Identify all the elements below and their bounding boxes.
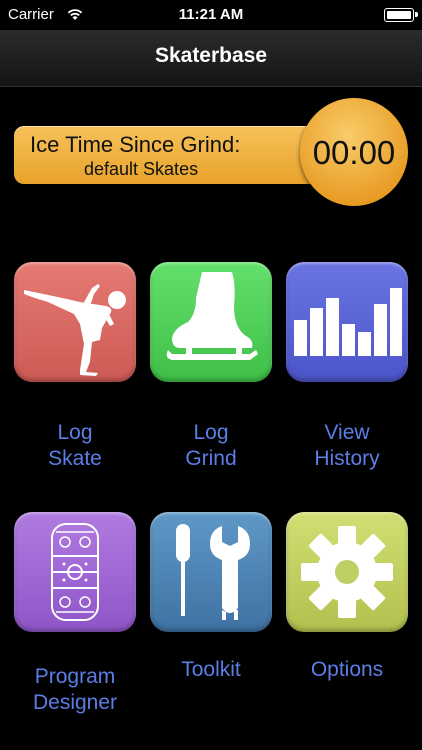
skate-boot-icon [166, 272, 258, 360]
page-title: Skaterbase [154, 44, 268, 67]
timer-value: 00:00 [312, 134, 396, 171]
battery-icon [384, 8, 418, 22]
toolkit-label[interactable]: Toolkit [146, 657, 276, 683]
rink-icon [51, 523, 99, 621]
log-skate-label[interactable]: Log Skate [10, 420, 140, 472]
log-skate-button[interactable] [14, 262, 136, 382]
toolkit-button[interactable] [150, 512, 272, 632]
clock: 11:21 AM [178, 6, 244, 23]
gear-icon [301, 526, 393, 618]
status-bar: Carrier 11:21 AM [0, 0, 422, 30]
tools-icon [176, 524, 250, 620]
options-label[interactable]: Options [282, 657, 412, 683]
skates-name: default Skates [84, 159, 199, 179]
log-grind-button[interactable] [150, 262, 272, 382]
ice-time-title: Ice Time Since Grind: [30, 132, 241, 157]
bar-chart-icon [294, 288, 402, 356]
view-history-label[interactable]: View History [282, 420, 412, 472]
program-designer-label[interactable]: Program Designer [10, 664, 140, 716]
navigation-bar: Skaterbase [0, 30, 422, 87]
skater-icon [24, 284, 126, 376]
view-history-button[interactable] [286, 262, 408, 382]
program-designer-button[interactable] [14, 512, 136, 632]
options-button[interactable] [286, 512, 408, 632]
ice-time-timer[interactable]: 00:00 [300, 98, 408, 206]
log-grind-label[interactable]: Log Grind [146, 420, 276, 472]
